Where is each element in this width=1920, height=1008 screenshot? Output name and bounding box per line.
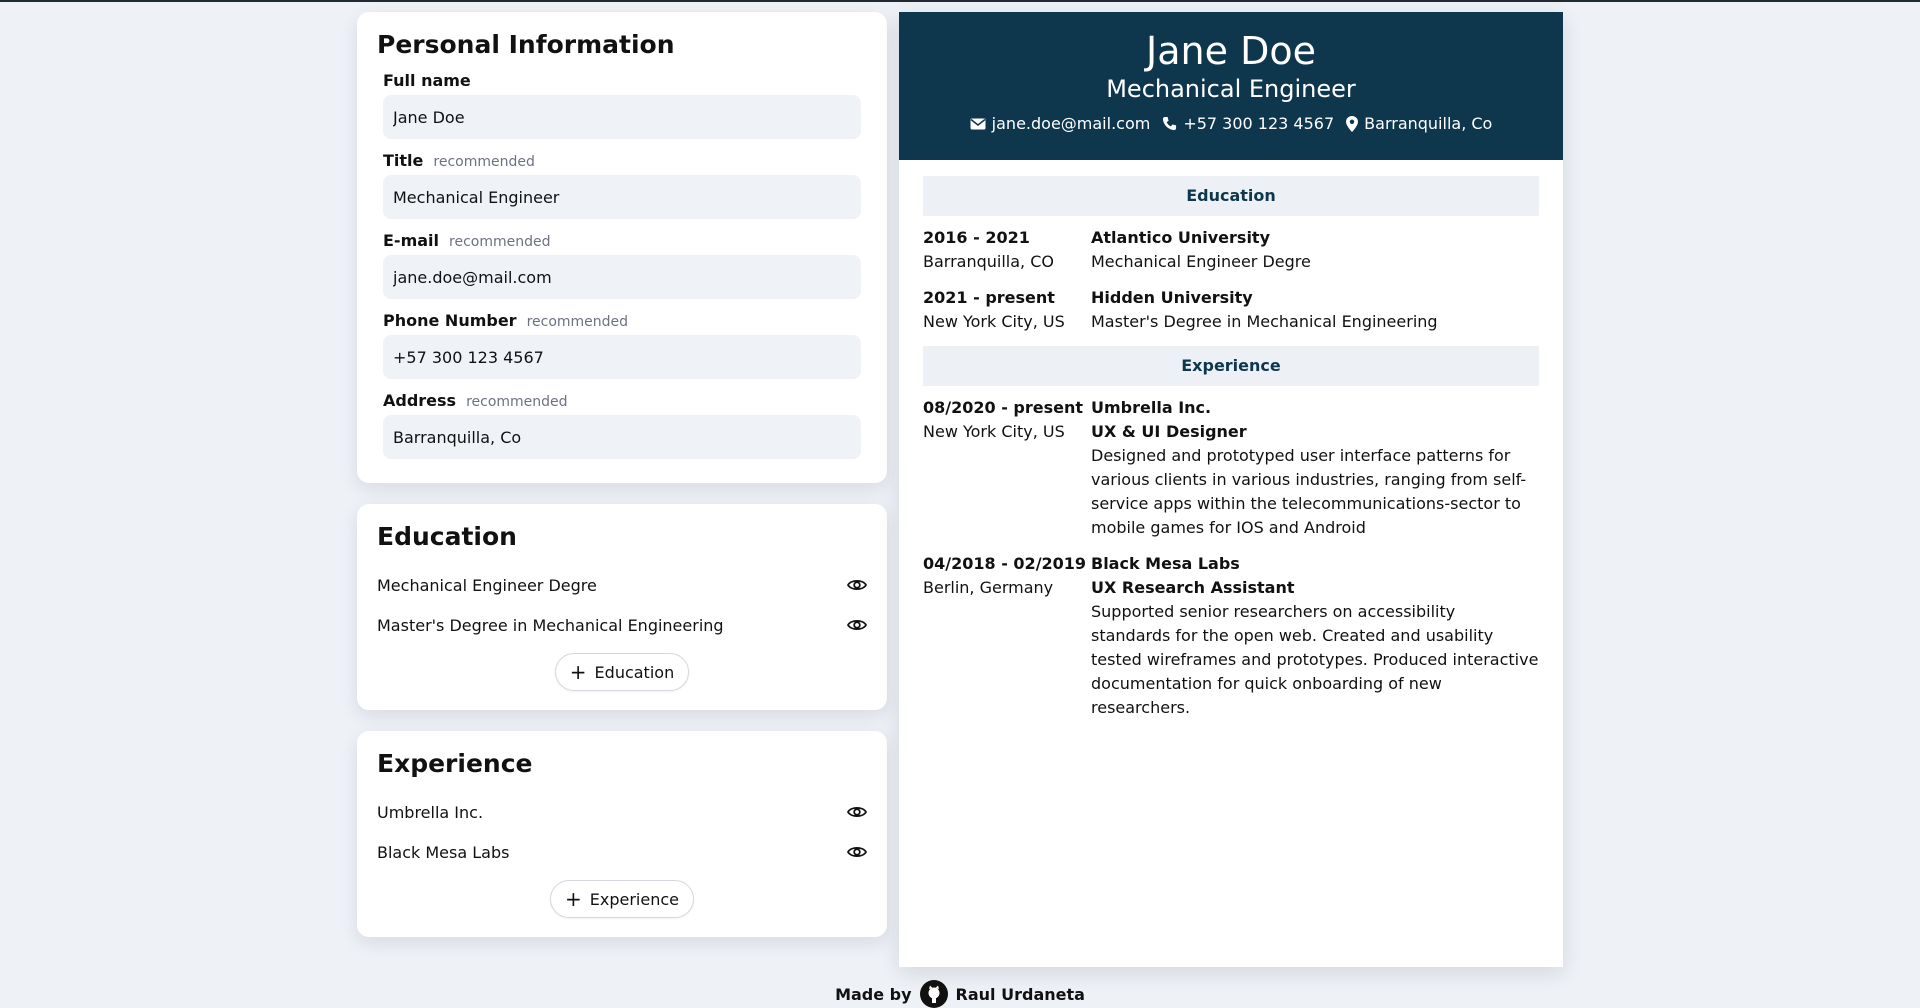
location-pin-icon bbox=[1346, 115, 1359, 132]
cv-name: Jane Doe bbox=[1146, 29, 1316, 73]
eye-icon[interactable] bbox=[847, 842, 867, 862]
email-input[interactable] bbox=[383, 255, 861, 299]
email-field: E-mail recommended bbox=[383, 231, 867, 299]
cv-education-row: 2021 - present New York City, US Hidden … bbox=[923, 286, 1539, 334]
cv-body: Education 2016 - 2021 Barranquilla, CO A… bbox=[899, 160, 1563, 748]
cv-experience-title: Experience bbox=[923, 346, 1539, 386]
add-experience-button[interactable]: + Experience bbox=[550, 880, 694, 918]
add-education-button[interactable]: + Education bbox=[554, 653, 690, 691]
plus-icon: + bbox=[565, 887, 582, 911]
github-icon[interactable] bbox=[919, 980, 948, 1008]
cv-role: UX & UI Designer bbox=[1091, 422, 1247, 441]
eye-icon[interactable] bbox=[847, 615, 867, 635]
experience-heading: Experience bbox=[377, 749, 533, 778]
cv-header: Jane Doe Mechanical Engineer jane.doe@ma… bbox=[899, 12, 1563, 160]
cv-address: Barranquilla, Co bbox=[1364, 114, 1493, 133]
experience-card: Experience Umbrella Inc. Black Mesa Labs… bbox=[357, 731, 887, 937]
cv-description: Supported senior researchers on accessib… bbox=[1091, 602, 1539, 717]
footer: Made by Raul Urdaneta bbox=[0, 980, 1920, 1008]
address-label: Address bbox=[383, 391, 457, 410]
title-label: Title bbox=[383, 151, 424, 170]
cv-email: jane.doe@mail.com bbox=[991, 114, 1151, 133]
eye-icon[interactable] bbox=[847, 802, 867, 822]
education-item-label[interactable]: Master's Degree in Mechanical Engineerin… bbox=[377, 616, 724, 635]
cv-degree: Mechanical Engineer Degre bbox=[1091, 252, 1311, 271]
cv-dates: 2016 - 2021 bbox=[923, 228, 1030, 247]
recommended-note: recommended bbox=[466, 394, 568, 410]
editor-column: Personal Information Full name Title reco… bbox=[357, 12, 887, 958]
cv-degree: Master's Degree in Mechanical Engineerin… bbox=[1091, 312, 1438, 331]
author-link[interactable]: Raul Urdaneta bbox=[956, 985, 1085, 1004]
education-item-label[interactable]: Mechanical Engineer Degre bbox=[377, 576, 597, 595]
full-name-label: Full name bbox=[383, 71, 471, 90]
plus-icon: + bbox=[569, 660, 587, 684]
education-card: Education Mechanical Engineer Degre Mast… bbox=[357, 504, 887, 710]
phone-label: Phone Number bbox=[383, 311, 517, 330]
list-item: Umbrella Inc. bbox=[377, 792, 867, 832]
cv-contacts: jane.doe@mail.com +57 300 123 4567 Barra… bbox=[899, 114, 1563, 133]
cv-place: Berlin, Germany bbox=[923, 578, 1054, 597]
cv-title: Mechanical Engineer bbox=[1106, 75, 1356, 103]
made-by-text: Made by bbox=[835, 984, 912, 1004]
cv-company: Umbrella Inc. bbox=[1091, 398, 1212, 417]
cv-school: Atlantico University bbox=[1091, 228, 1271, 247]
list-item: Black Mesa Labs bbox=[377, 832, 867, 872]
cv-education-row: 2016 - 2021 Barranquilla, CO Atlantico U… bbox=[923, 226, 1539, 274]
cv-description: Designed and prototyped user interface p… bbox=[1091, 446, 1527, 537]
phone-icon bbox=[1163, 116, 1177, 131]
cv-role: UX Research Assistant bbox=[1091, 578, 1295, 597]
list-item: Master's Degree in Mechanical Engineerin… bbox=[377, 605, 867, 645]
cv-preview: Jane Doe Mechanical Engineer jane.doe@ma… bbox=[899, 12, 1563, 967]
cv-place: New York City, US bbox=[923, 312, 1065, 331]
address-input[interactable] bbox=[383, 415, 861, 459]
recommended-note: recommended bbox=[526, 314, 629, 330]
full-name-input[interactable] bbox=[383, 95, 861, 139]
cv-dates: 04/2018 - 02/2019 bbox=[923, 554, 1087, 573]
personal-information-card: Personal Information Full name Title reco… bbox=[357, 12, 887, 483]
title-input[interactable] bbox=[383, 175, 861, 219]
cv-dates: 2021 - present bbox=[923, 288, 1055, 307]
cv-experience-row: 08/2020 - present New York City, US Umbr… bbox=[923, 396, 1539, 540]
recommended-note: recommended bbox=[449, 234, 551, 250]
phone-input[interactable] bbox=[383, 335, 861, 379]
cv-place: Barranquilla, CO bbox=[923, 252, 1054, 271]
personal-information-heading: Personal Information bbox=[377, 30, 675, 59]
cv-company: Black Mesa Labs bbox=[1091, 554, 1240, 573]
recommended-note: recommended bbox=[433, 154, 535, 170]
mail-icon bbox=[970, 118, 986, 129]
full-name-field: Full name bbox=[383, 71, 867, 139]
add-experience-label: Experience bbox=[589, 889, 679, 909]
experience-item-label[interactable]: Black Mesa Labs bbox=[377, 843, 509, 862]
list-item: Mechanical Engineer Degre bbox=[377, 565, 867, 605]
eye-icon[interactable] bbox=[847, 575, 867, 595]
cv-experience-row: 04/2018 - 02/2019 Berlin, Germany Black … bbox=[923, 552, 1539, 720]
address-field: Address recommended bbox=[383, 391, 867, 459]
cv-place: New York City, US bbox=[923, 422, 1065, 441]
phone-field: Phone Number recommended bbox=[383, 311, 867, 379]
email-label: E-mail bbox=[383, 231, 440, 250]
cv-dates: 08/2020 - present bbox=[923, 398, 1084, 417]
cv-school: Hidden University bbox=[1091, 288, 1253, 307]
education-heading: Education bbox=[377, 522, 517, 551]
add-education-label: Education bbox=[594, 662, 675, 682]
cv-education-title: Education bbox=[923, 176, 1539, 216]
cv-phone: +57 300 123 4567 bbox=[1183, 114, 1335, 133]
experience-item-label[interactable]: Umbrella Inc. bbox=[377, 803, 483, 822]
title-field: Title recommended bbox=[383, 151, 867, 219]
